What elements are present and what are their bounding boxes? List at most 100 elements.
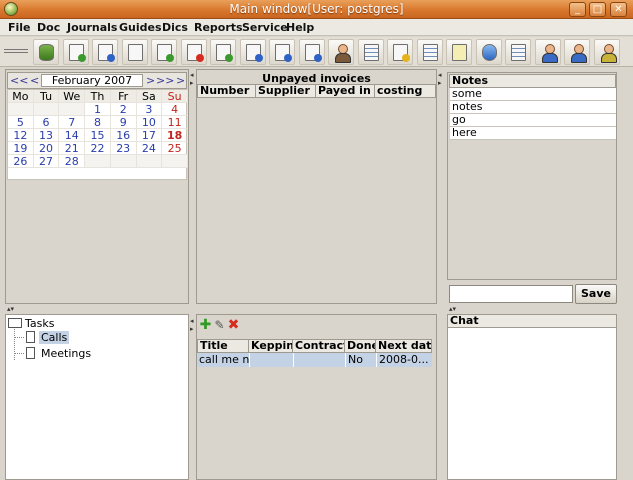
toolbar-button[interactable] <box>446 39 472 65</box>
toolbar-button[interactable] <box>298 39 325 65</box>
menu-journals[interactable]: Journals <box>67 21 117 34</box>
toolbar-button[interactable] <box>564 39 590 65</box>
toolbar-button[interactable] <box>239 39 266 65</box>
split-left-icon[interactable]: ◂ <box>190 318 194 325</box>
calendar-day[interactable]: 8 <box>85 116 111 129</box>
split-right-icon[interactable]: ▸ <box>190 80 194 87</box>
menu-help[interactable]: Help <box>286 21 314 34</box>
tree-item-calls[interactable]: Calls <box>39 331 70 344</box>
toolbar-button[interactable] <box>62 39 89 65</box>
calendar-day[interactable]: 4 <box>162 103 188 116</box>
toolbar-button[interactable] <box>387 39 413 65</box>
toolbar-button[interactable] <box>210 39 236 65</box>
chat-panel[interactable] <box>447 314 617 480</box>
calendar-day[interactable]: 6 <box>33 116 60 129</box>
calendar-day[interactable]: 26 <box>8 155 34 168</box>
toolbar-button[interactable] <box>475 39 502 65</box>
note-item[interactable]: here <box>450 127 616 140</box>
calendar-day[interactable]: 11 <box>162 116 188 129</box>
calendar-day[interactable]: 12 <box>8 129 34 142</box>
toolbar-grip[interactable] <box>4 49 28 53</box>
month-label[interactable]: February 2007 <box>41 74 143 87</box>
calendar-day[interactable]: 19 <box>8 142 34 155</box>
invoices-col-payed[interactable]: Payed in su <box>316 84 375 98</box>
toolbar-button[interactable] <box>180 39 207 65</box>
minimize-button[interactable]: _ <box>569 2 586 17</box>
calendar-day[interactable]: 13 <box>33 129 60 142</box>
calendar-extra-button[interactable]: > <box>176 74 185 87</box>
calendar-day[interactable]: 24 <box>136 142 163 155</box>
tasks-col-done[interactable]: Done <box>345 339 376 353</box>
edit-icon[interactable]: ✎ <box>213 319 226 332</box>
calendar-day[interactable]: 25 <box>162 142 188 155</box>
next-month-button[interactable]: > <box>146 74 155 87</box>
prev-month-button[interactable]: < <box>30 74 39 87</box>
delete-icon[interactable]: ✖ <box>227 318 240 332</box>
tasks-col-next-date[interactable]: Next date: <box>376 339 432 353</box>
tasks-col-title[interactable]: Title <box>197 339 249 353</box>
calendar-day[interactable]: 10 <box>136 116 163 129</box>
toolbar-button[interactable] <box>33 39 59 65</box>
toolbar-button[interactable] <box>151 39 177 65</box>
calendar-day[interactable]: 23 <box>110 142 137 155</box>
calendar-day[interactable]: 21 <box>59 142 86 155</box>
maximize-button[interactable]: □ <box>589 2 606 17</box>
calendar-day[interactable]: 3 <box>136 103 163 116</box>
person-blue-icon <box>570 44 587 63</box>
toolbar-button[interactable] <box>92 39 118 65</box>
tasks-col-contractor[interactable]: Contractor <box>293 339 345 353</box>
split-up-icon[interactable]: ▴▾ <box>449 306 456 313</box>
title-bar[interactable]: Main window[User: postgres] _ □ ✕ <box>0 0 633 19</box>
menu-dics[interactable]: Dics <box>162 21 188 34</box>
calendar-day[interactable]: 9 <box>110 116 137 129</box>
prev-year-button[interactable]: << <box>10 74 28 87</box>
note-item[interactable]: notes <box>450 101 616 114</box>
invoices-col-costing[interactable]: costing <box>375 84 436 98</box>
invoices-col-number[interactable]: Number <box>197 84 256 98</box>
calendar-day[interactable]: 7 <box>59 116 86 129</box>
next-year-button[interactable]: >> <box>156 74 174 87</box>
note-input[interactable] <box>449 285 573 303</box>
calendar-day[interactable]: 28 <box>59 155 86 168</box>
calendar-day[interactable]: 2 <box>110 103 137 116</box>
calendar-day[interactable]: 5 <box>8 116 34 129</box>
invoices-body[interactable] <box>197 98 436 303</box>
calendar-day[interactable]: 16 <box>110 129 137 142</box>
users-icon <box>334 44 351 63</box>
menu-reports[interactable]: Reports <box>194 21 243 34</box>
calendar-day[interactable]: 22 <box>85 142 111 155</box>
calendar-day[interactable]: 18 <box>162 129 188 142</box>
close-button[interactable]: ✕ <box>610 2 627 17</box>
toolbar-button[interactable] <box>505 39 531 65</box>
invoices-col-supplier[interactable]: Supplier <box>256 84 316 98</box>
toolbar-button[interactable] <box>534 39 561 65</box>
calendar-day[interactable]: 17 <box>136 129 163 142</box>
save-button[interactable]: Save <box>575 284 617 304</box>
toolbar-button[interactable] <box>269 39 295 65</box>
tree-item-meetings[interactable]: Meetings <box>39 347 93 360</box>
split-left-icon[interactable]: ◂ <box>190 72 194 79</box>
calendar-day[interactable]: 14 <box>59 129 86 142</box>
calendar-day[interactable]: 27 <box>33 155 60 168</box>
calendar-day[interactable]: 15 <box>85 129 111 142</box>
tasks-col-kepping[interactable]: Kepping <box>249 339 293 353</box>
split-up-icon[interactable]: ▴▾ <box>7 306 14 313</box>
toolbar-button[interactable] <box>121 39 148 65</box>
calendar-day[interactable]: 20 <box>33 142 60 155</box>
tree-root-tasks[interactable]: Tasks <box>25 317 54 330</box>
menu-file[interactable]: File <box>8 21 31 34</box>
toolbar-button[interactable] <box>328 39 354 65</box>
toolbar-button[interactable] <box>593 39 620 65</box>
toolbar-button[interactable] <box>416 39 443 65</box>
split-left-icon[interactable]: ◂ <box>438 72 442 79</box>
notes-header[interactable]: Notes <box>449 74 616 88</box>
calendar-day[interactable]: 1 <box>85 103 111 116</box>
menu-guides[interactable]: Guides <box>119 21 162 34</box>
menu-doc[interactable]: Doc <box>37 21 60 34</box>
table-row[interactable]: call me no No 2008-0... <box>197 353 432 367</box>
split-right-icon[interactable]: ▸ <box>190 326 194 333</box>
split-right-icon[interactable]: ▸ <box>438 80 442 87</box>
add-icon[interactable]: ✚ <box>199 318 212 332</box>
menu-service[interactable]: Service <box>242 21 288 34</box>
toolbar-button[interactable] <box>357 39 384 65</box>
